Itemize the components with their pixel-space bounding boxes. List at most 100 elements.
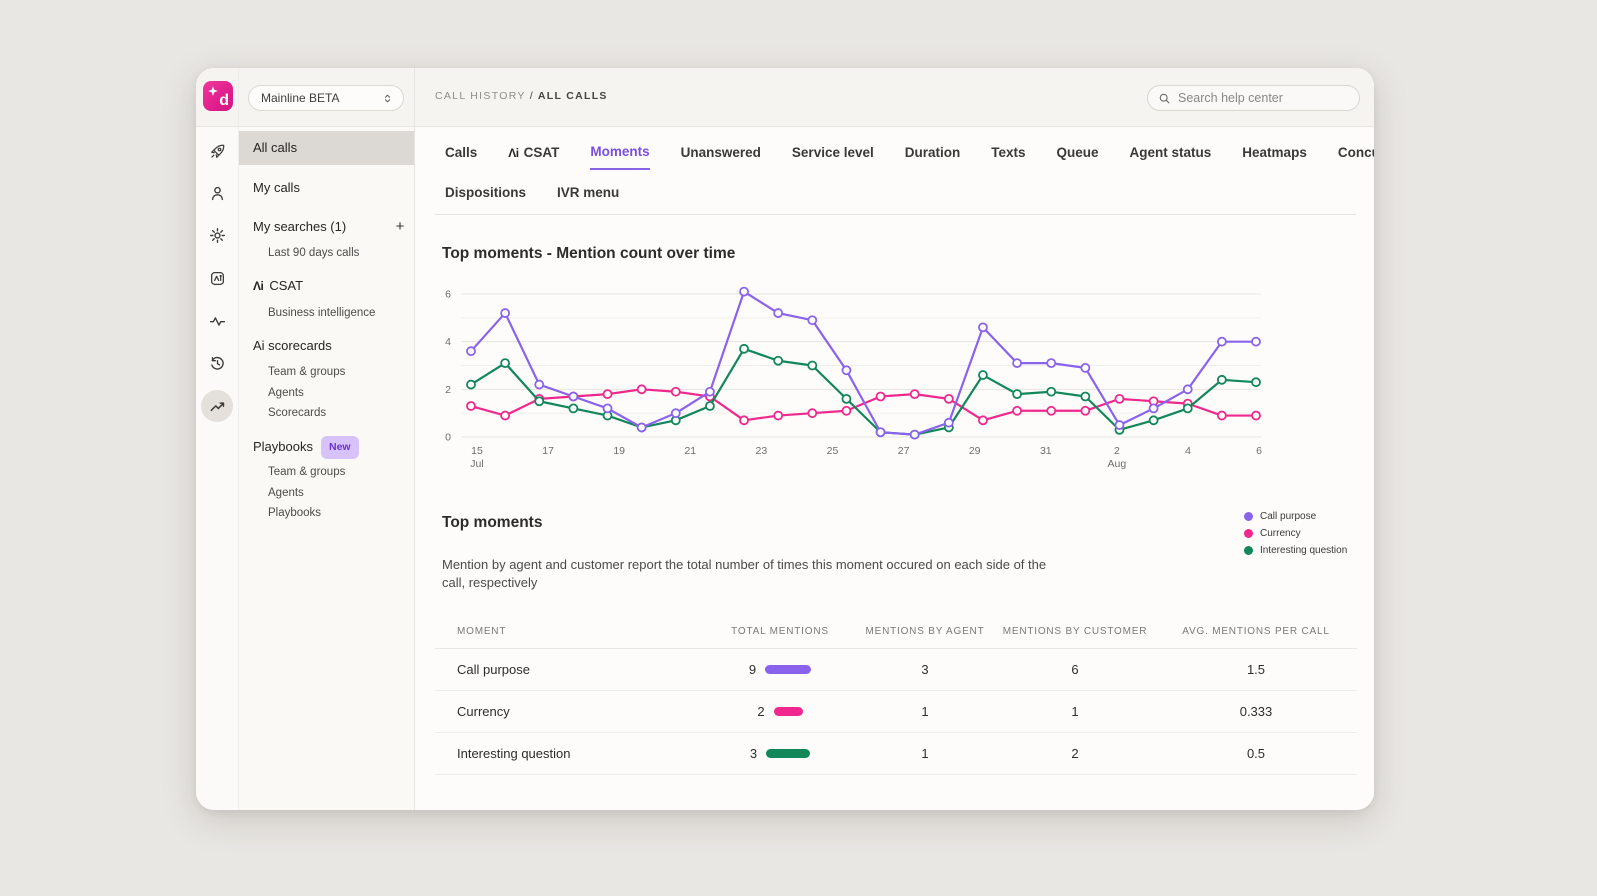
sidebar-item-csat[interactable]: ΛiCSAT	[239, 276, 414, 296]
moments-chart: 0 2 4 6 15 17 19 21 23 25 27 29 31 2 4 6 Jul Aug	[435, 279, 1315, 474]
svg-text:25: 25	[827, 445, 839, 457]
rocket-icon[interactable]	[209, 143, 226, 160]
table-row[interactable]: Currency 2 1 1 0.333	[435, 691, 1357, 733]
tabs-divider	[435, 214, 1356, 215]
sidebar-item-all-calls[interactable]: All calls	[239, 131, 414, 165]
svg-text:21: 21	[684, 445, 696, 457]
search-input[interactable]	[1178, 91, 1338, 105]
sidebar-item-playbooks-agents[interactable]: Agents	[239, 484, 414, 502]
tab-calls[interactable]: Calls	[445, 144, 477, 170]
tab-texts[interactable]: Texts	[991, 144, 1025, 170]
col-header-avg-mentions: AVG. MENTIONS PER CALL	[1155, 626, 1357, 637]
legend-dot-currency	[1244, 529, 1253, 538]
history-icon[interactable]	[209, 355, 226, 372]
svg-text:0: 0	[445, 432, 451, 444]
tab-csat[interactable]: ΛiCSAT	[508, 144, 559, 170]
sparkle-icon	[207, 85, 219, 97]
svg-text:6: 6	[445, 289, 451, 301]
svg-text:15: 15	[471, 445, 483, 457]
chart-area: 0 2 4 6 15 17 19 21 23 25 27 29 31 2 4 6 Jul Aug	[435, 279, 1315, 474]
svg-text:Jul: Jul	[470, 458, 483, 470]
desktop-background: { "colors": { "accent": "#7a4fe0", "purp…	[0, 0, 1597, 896]
tab-queue[interactable]: Queue	[1057, 144, 1099, 170]
svg-text:31: 31	[1040, 445, 1052, 457]
sidebar: All calls My calls My searches (1) + Las…	[239, 128, 414, 810]
legend-item: Currency	[1244, 528, 1347, 539]
sidebar-item-team-groups[interactable]: Team & groups	[239, 363, 414, 381]
ai-icon: Λi	[253, 279, 263, 293]
legend-dot-call-purpose	[1244, 512, 1253, 521]
sidebar-item-scorecards[interactable]: Scorecards	[239, 404, 414, 422]
sidebar-item-playbooks-team-groups[interactable]: Team & groups	[239, 463, 414, 481]
svg-text:2: 2	[1114, 445, 1120, 457]
svg-text:4: 4	[445, 336, 451, 348]
new-badge: New	[321, 436, 359, 459]
search-icon	[1158, 92, 1171, 105]
top-moments-title: Top moments	[442, 514, 542, 532]
tab-concurrent-calls[interactable]: Concurrent calls	[1338, 144, 1374, 170]
legend-dot-interesting-question	[1244, 546, 1253, 555]
tab-duration[interactable]: Duration	[905, 144, 961, 170]
add-search-button[interactable]: +	[391, 218, 409, 236]
tab-agent-status[interactable]: Agent status	[1130, 144, 1212, 170]
icon-rail: d	[196, 68, 238, 810]
tab-service-level[interactable]: Service level	[792, 144, 874, 170]
main-content: CALL HISTORY/ALL CALLS Calls ΛiCSAT Mome…	[415, 128, 1374, 810]
chart-legend: Call purpose Currency Interesting questi…	[1244, 511, 1347, 562]
breadcrumb-parent[interactable]: CALL HISTORY	[435, 90, 526, 102]
trend-icon[interactable]	[209, 398, 226, 415]
sidebar-item-playbooks-playbooks[interactable]: Playbooks	[239, 504, 414, 522]
tab-dispositions[interactable]: Dispositions	[445, 185, 526, 209]
breadcrumb-current: ALL CALLS	[538, 90, 608, 102]
sidebar-item-last-90-days-calls[interactable]: Last 90 days calls	[239, 244, 414, 262]
app-logo[interactable]: d	[203, 81, 233, 111]
sidebar-item-my-calls[interactable]: My calls	[239, 178, 414, 198]
svg-text:23: 23	[756, 445, 768, 457]
logo-letter: d	[219, 92, 229, 110]
svg-text:4: 4	[1185, 445, 1191, 457]
col-header-total-mentions: TOTAL MENTIONS	[705, 626, 855, 637]
svg-text:27: 27	[898, 445, 910, 457]
ai-notebook-icon[interactable]	[209, 270, 226, 287]
sidebar-item-playbooks[interactable]: PlaybooksNew	[239, 436, 414, 456]
app-window: d Mainline BETA All calls My calls	[196, 68, 1374, 810]
help-search[interactable]	[1147, 85, 1360, 111]
pulse-icon[interactable]	[209, 313, 226, 330]
person-icon[interactable]	[209, 185, 226, 202]
col-header-mentions-by-agent: MENTIONS BY AGENT	[855, 626, 995, 637]
workspace-selector[interactable]: Mainline BETA	[248, 85, 404, 111]
svg-text:6: 6	[1256, 445, 1262, 457]
tabs-row-2: Dispositions IVR menu	[445, 185, 619, 209]
chart-title: Top moments - Mention count over time	[442, 245, 735, 263]
tab-heatmaps[interactable]: Heatmaps	[1242, 144, 1307, 170]
sidebar-item-ai-scorecards[interactable]: Ai scorecards	[239, 336, 414, 356]
col-header-mentions-by-customer: MENTIONS BY CUSTOMER	[995, 626, 1155, 637]
sidebar-item-my-searches[interactable]: My searches (1)	[239, 217, 414, 237]
moments-table: MOMENT TOTAL MENTIONS MENTIONS BY AGENT …	[435, 614, 1357, 775]
breadcrumb: CALL HISTORY/ALL CALLS	[435, 90, 608, 102]
svg-text:2: 2	[445, 384, 451, 396]
sidebar-item-business-intelligence[interactable]: Business intelligence	[239, 304, 414, 322]
table-row[interactable]: Call purpose 9 3 6 1.5	[435, 649, 1357, 691]
tab-unanswered[interactable]: Unanswered	[681, 144, 761, 170]
workspace-name: Mainline BETA	[261, 91, 339, 105]
total-mentions-bar	[774, 707, 803, 716]
total-mentions-bar	[765, 665, 811, 674]
tabs-row-1: Calls ΛiCSAT Moments Unanswered Service …	[445, 144, 1374, 170]
svg-text:17: 17	[542, 445, 554, 457]
sidebar-item-agents[interactable]: Agents	[239, 384, 414, 402]
tab-moments[interactable]: Moments	[590, 144, 649, 170]
svg-text:Aug: Aug	[1108, 458, 1127, 470]
top-moments-description: Mention by agent and customer report the…	[442, 556, 1070, 592]
chevron-up-down-icon	[382, 92, 393, 105]
ai-icon: Λi	[508, 146, 518, 160]
col-header-moment: MOMENT	[435, 626, 705, 637]
svg-text:29: 29	[969, 445, 981, 457]
legend-item: Call purpose	[1244, 511, 1347, 522]
table-header-row: MOMENT TOTAL MENTIONS MENTIONS BY AGENT …	[435, 614, 1357, 649]
svg-text:19: 19	[613, 445, 625, 457]
legend-item: Interesting question	[1244, 545, 1347, 556]
tab-ivr-menu[interactable]: IVR menu	[557, 185, 619, 209]
table-row[interactable]: Interesting question 3 1 2 0.5	[435, 733, 1357, 775]
gear-icon[interactable]	[209, 227, 226, 244]
